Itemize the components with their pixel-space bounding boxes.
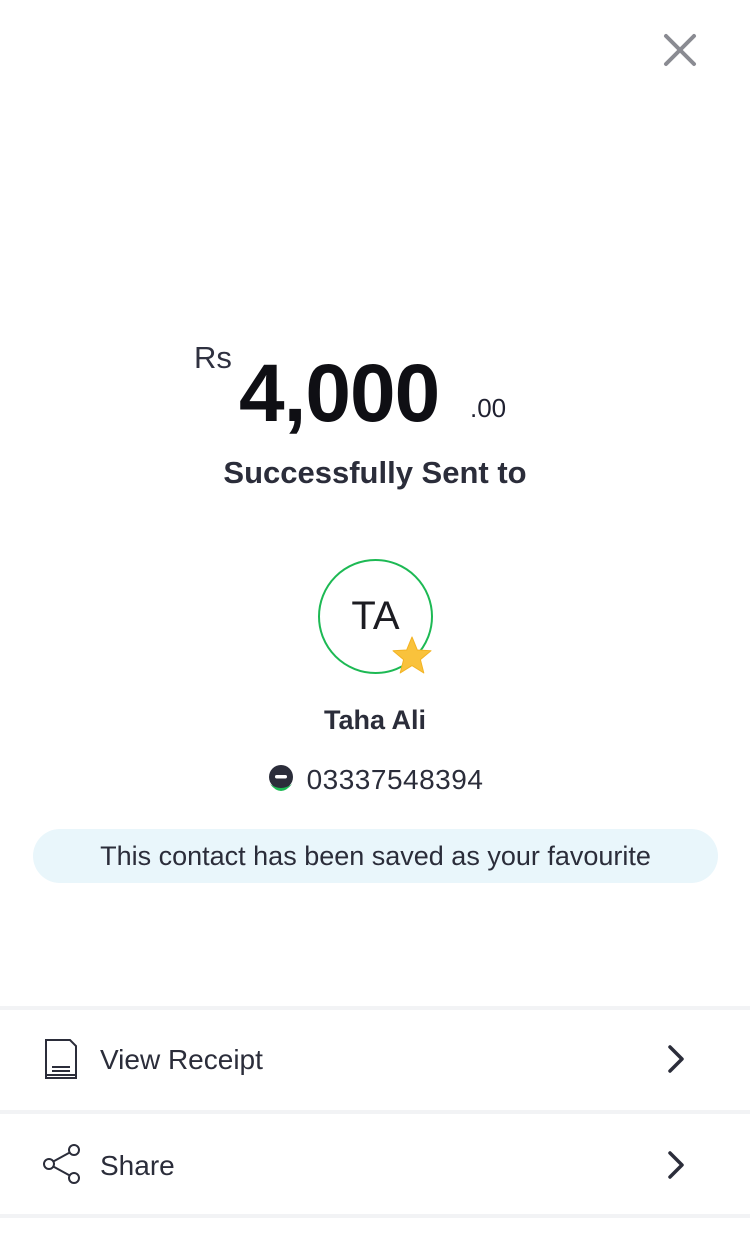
share-label: Share bbox=[100, 1150, 175, 1181]
amount-display: Rs 4,000 .00 bbox=[0, 336, 750, 439]
avatar-initials: TA bbox=[351, 594, 400, 638]
receipt-icon bbox=[45, 1039, 77, 1079]
favourite-banner: This contact has been saved as your favo… bbox=[33, 829, 718, 883]
contact-name: Taha Ali bbox=[323, 705, 426, 735]
easypaisa-logo-icon bbox=[268, 765, 293, 791]
star-icon bbox=[392, 636, 432, 674]
chevron-right-icon bbox=[668, 1151, 684, 1179]
divider bbox=[0, 1214, 750, 1218]
contact-phone-row: 03337548394 bbox=[0, 760, 750, 800]
status-text: Successfully Sent to bbox=[223, 455, 527, 490]
phone-number: 03337548394 bbox=[306, 764, 484, 795]
close-button[interactable] bbox=[656, 26, 704, 74]
chevron-right-icon bbox=[668, 1045, 684, 1073]
view-receipt-label: View Receipt bbox=[100, 1044, 263, 1075]
share-icon bbox=[43, 1144, 80, 1184]
amount-whole: 4,000 bbox=[239, 348, 440, 439]
close-icon bbox=[664, 34, 696, 66]
amount-decimal: .00 bbox=[470, 393, 507, 423]
share-button[interactable]: Share bbox=[0, 1114, 750, 1214]
currency-label: Rs bbox=[194, 340, 232, 375]
favourite-message: This contact has been saved as your favo… bbox=[100, 840, 651, 871]
view-receipt-button[interactable]: View Receipt bbox=[0, 1010, 750, 1110]
